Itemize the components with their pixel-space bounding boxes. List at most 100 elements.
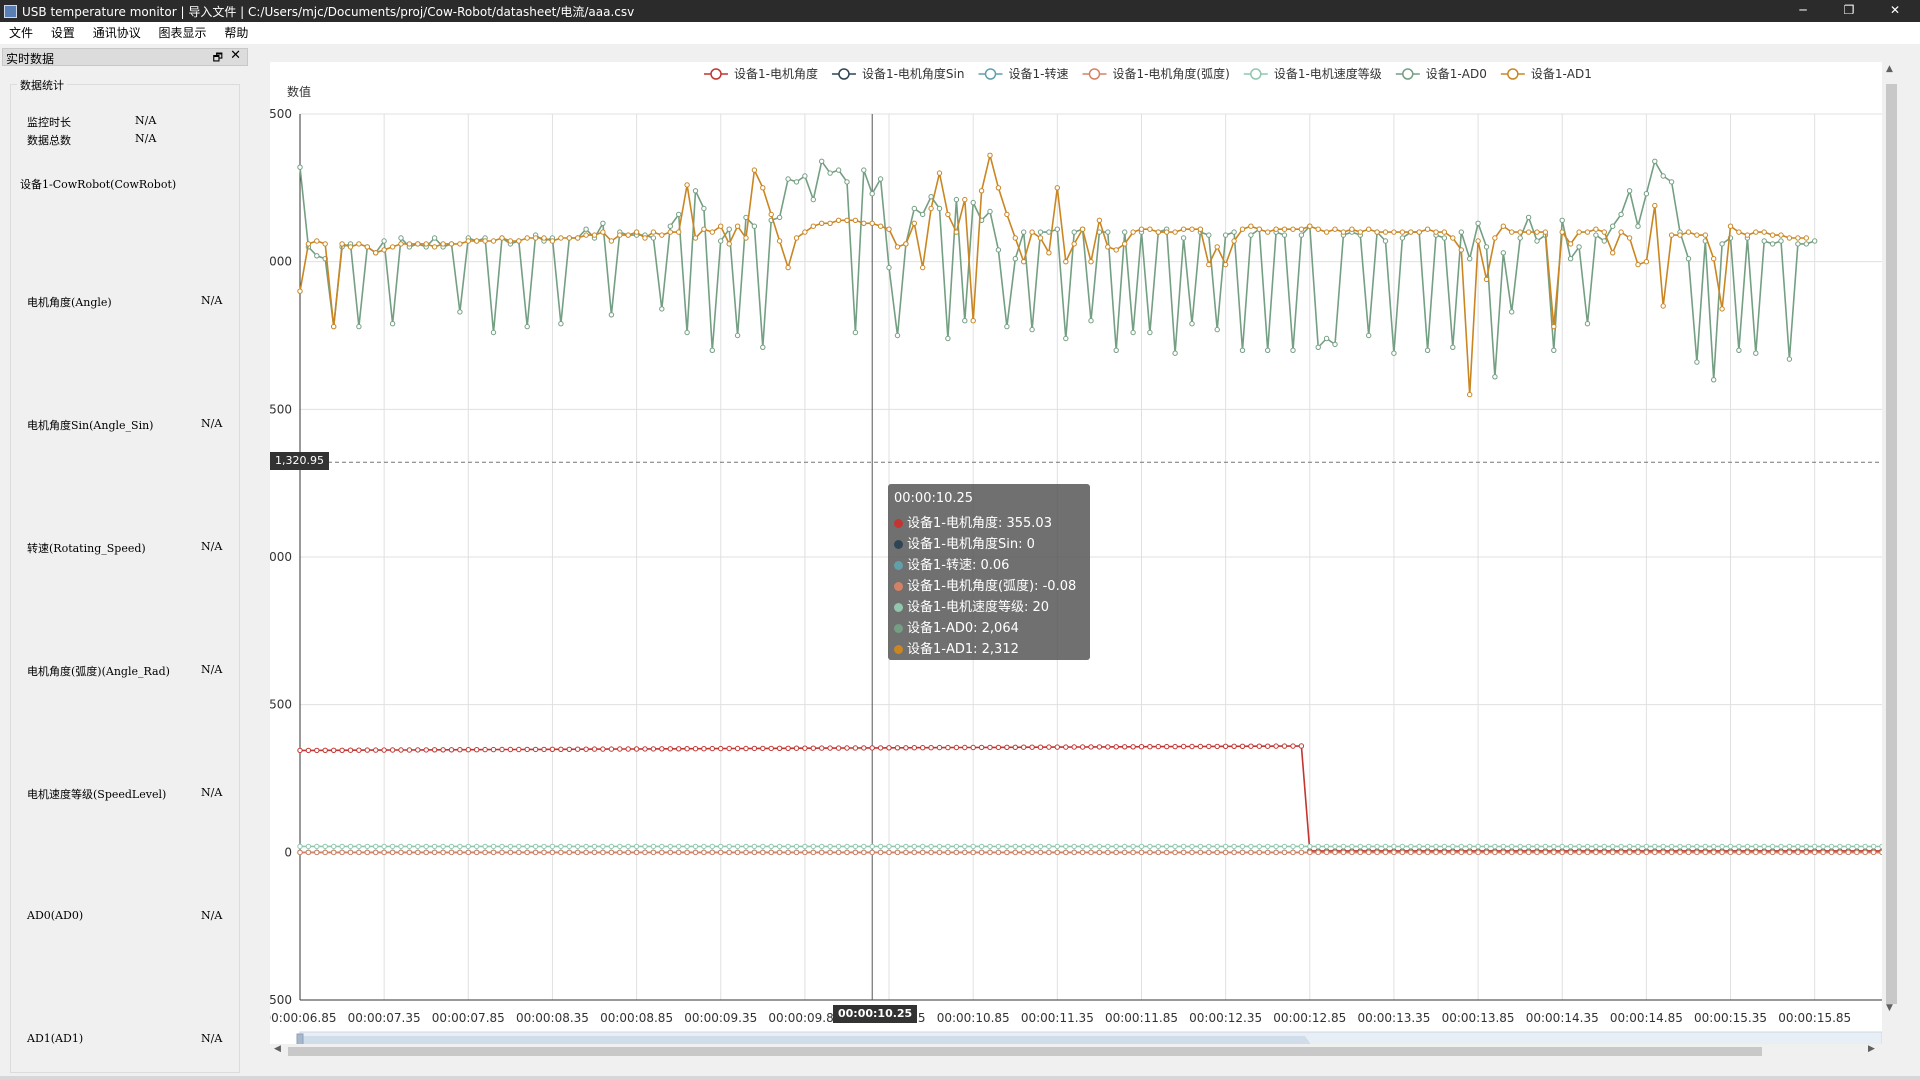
data-point [676,229,682,235]
data-point [667,229,673,235]
data-point [398,747,404,753]
dock-close-icon[interactable]: ✕ [230,48,241,63]
field-value: N/A [201,663,223,676]
menu-settings[interactable]: 设置 [44,22,82,44]
data-point [1652,849,1658,856]
data-point [583,232,589,238]
y-tick-label: 000 [270,255,292,269]
close-button[interactable]: ✕ [1872,0,1918,22]
data-point [936,843,943,850]
data-point [1214,743,1220,750]
data-point [785,843,791,850]
data-point [1147,849,1153,856]
data-point [1584,849,1591,856]
x-crosshair-label: 00:00:10.25 [833,1005,918,1023]
x-tick-label: 00:00:13.85 [1442,1011,1515,1025]
data-point [406,843,413,850]
data-point [1281,743,1288,749]
data-point [1736,229,1742,235]
data-point [1248,849,1254,856]
tooltip-time: 00:00:10.25 [894,491,974,506]
data-point [507,238,514,244]
data-point [1660,849,1666,856]
data-point [1214,849,1220,856]
scroll-right-icon[interactable]: ▶ [1868,1044,1875,1054]
data-point [1458,247,1465,253]
data-point [835,745,842,751]
data-point [1820,843,1826,850]
data-point [1719,306,1725,312]
device-group: 设备1-CowRobot(CowRobot) 电机角度(Angle) N/A 电… [10,170,240,1073]
menu-protocol[interactable]: 通讯协议 [86,22,148,44]
data-point [541,843,547,850]
data-point [1214,843,1220,850]
horizontal-scrollbar[interactable]: ◀ ▶ [270,1044,1882,1058]
data-point [701,849,707,856]
menu-help[interactable]: 帮助 [217,22,255,44]
data-point [482,746,488,753]
series-dot [894,519,903,528]
data-point [1845,849,1852,856]
data-point [1626,188,1633,194]
data-point [591,849,598,856]
data-point [1105,244,1111,250]
data-point [297,288,303,294]
data-point [1172,350,1178,356]
data-point [1517,235,1523,241]
scroll-up-icon[interactable]: ▲ [1886,64,1893,74]
data-point [305,747,312,754]
data-point [886,264,892,271]
data-point [1711,256,1717,262]
menu-chart-display[interactable]: 图表显示 [152,22,214,44]
data-point [844,179,850,185]
maximize-button[interactable]: ❐ [1826,0,1872,22]
vertical-scrollbar[interactable]: ▲ ▼ [1883,62,1899,1017]
data-point [1197,843,1204,850]
data-point [844,849,850,856]
data-point [962,849,968,856]
data-point [1172,743,1178,750]
data-point [1441,843,1448,850]
data-point [1761,238,1767,244]
vertical-scroll-thumb[interactable] [1886,84,1897,1004]
float-icon[interactable]: 🗗 [213,49,223,68]
data-point [1349,849,1355,856]
menu-file[interactable]: 文件 [2,22,40,44]
data-point [995,744,1002,751]
y-tick-label: 000 [270,550,292,564]
data-point [499,235,505,241]
scroll-down-icon[interactable]: ▼ [1886,1003,1893,1013]
data-point [1399,235,1406,241]
data-point [1854,849,1860,856]
status-bar [0,1076,1920,1080]
data-point [953,196,960,203]
horizontal-scroll-thumb[interactable] [288,1047,1762,1056]
data-point [1399,843,1406,850]
data-point [1778,238,1784,244]
data-point [760,849,766,856]
data-point [1231,229,1237,235]
data-point [1467,843,1473,850]
data-point [1652,202,1658,209]
series-dot [894,561,903,570]
series-dot [894,603,903,612]
data-point [1500,849,1507,856]
data-point [381,747,387,753]
data-point [1601,238,1608,244]
data-point [558,849,564,856]
data-point [810,223,816,229]
data-point [347,849,354,856]
field-value: N/A [201,417,223,430]
data-point [1105,849,1111,856]
data-point [785,176,791,182]
data-point [987,744,993,751]
data-point [1021,849,1027,856]
data-point [877,843,884,850]
data-point [1702,843,1709,850]
minimize-button[interactable]: ─ [1780,0,1826,22]
scroll-left-icon[interactable]: ◀ [274,1044,281,1054]
data-point [785,264,791,271]
data-point [1366,843,1372,850]
data-point [532,235,539,241]
data-point [1273,743,1279,749]
